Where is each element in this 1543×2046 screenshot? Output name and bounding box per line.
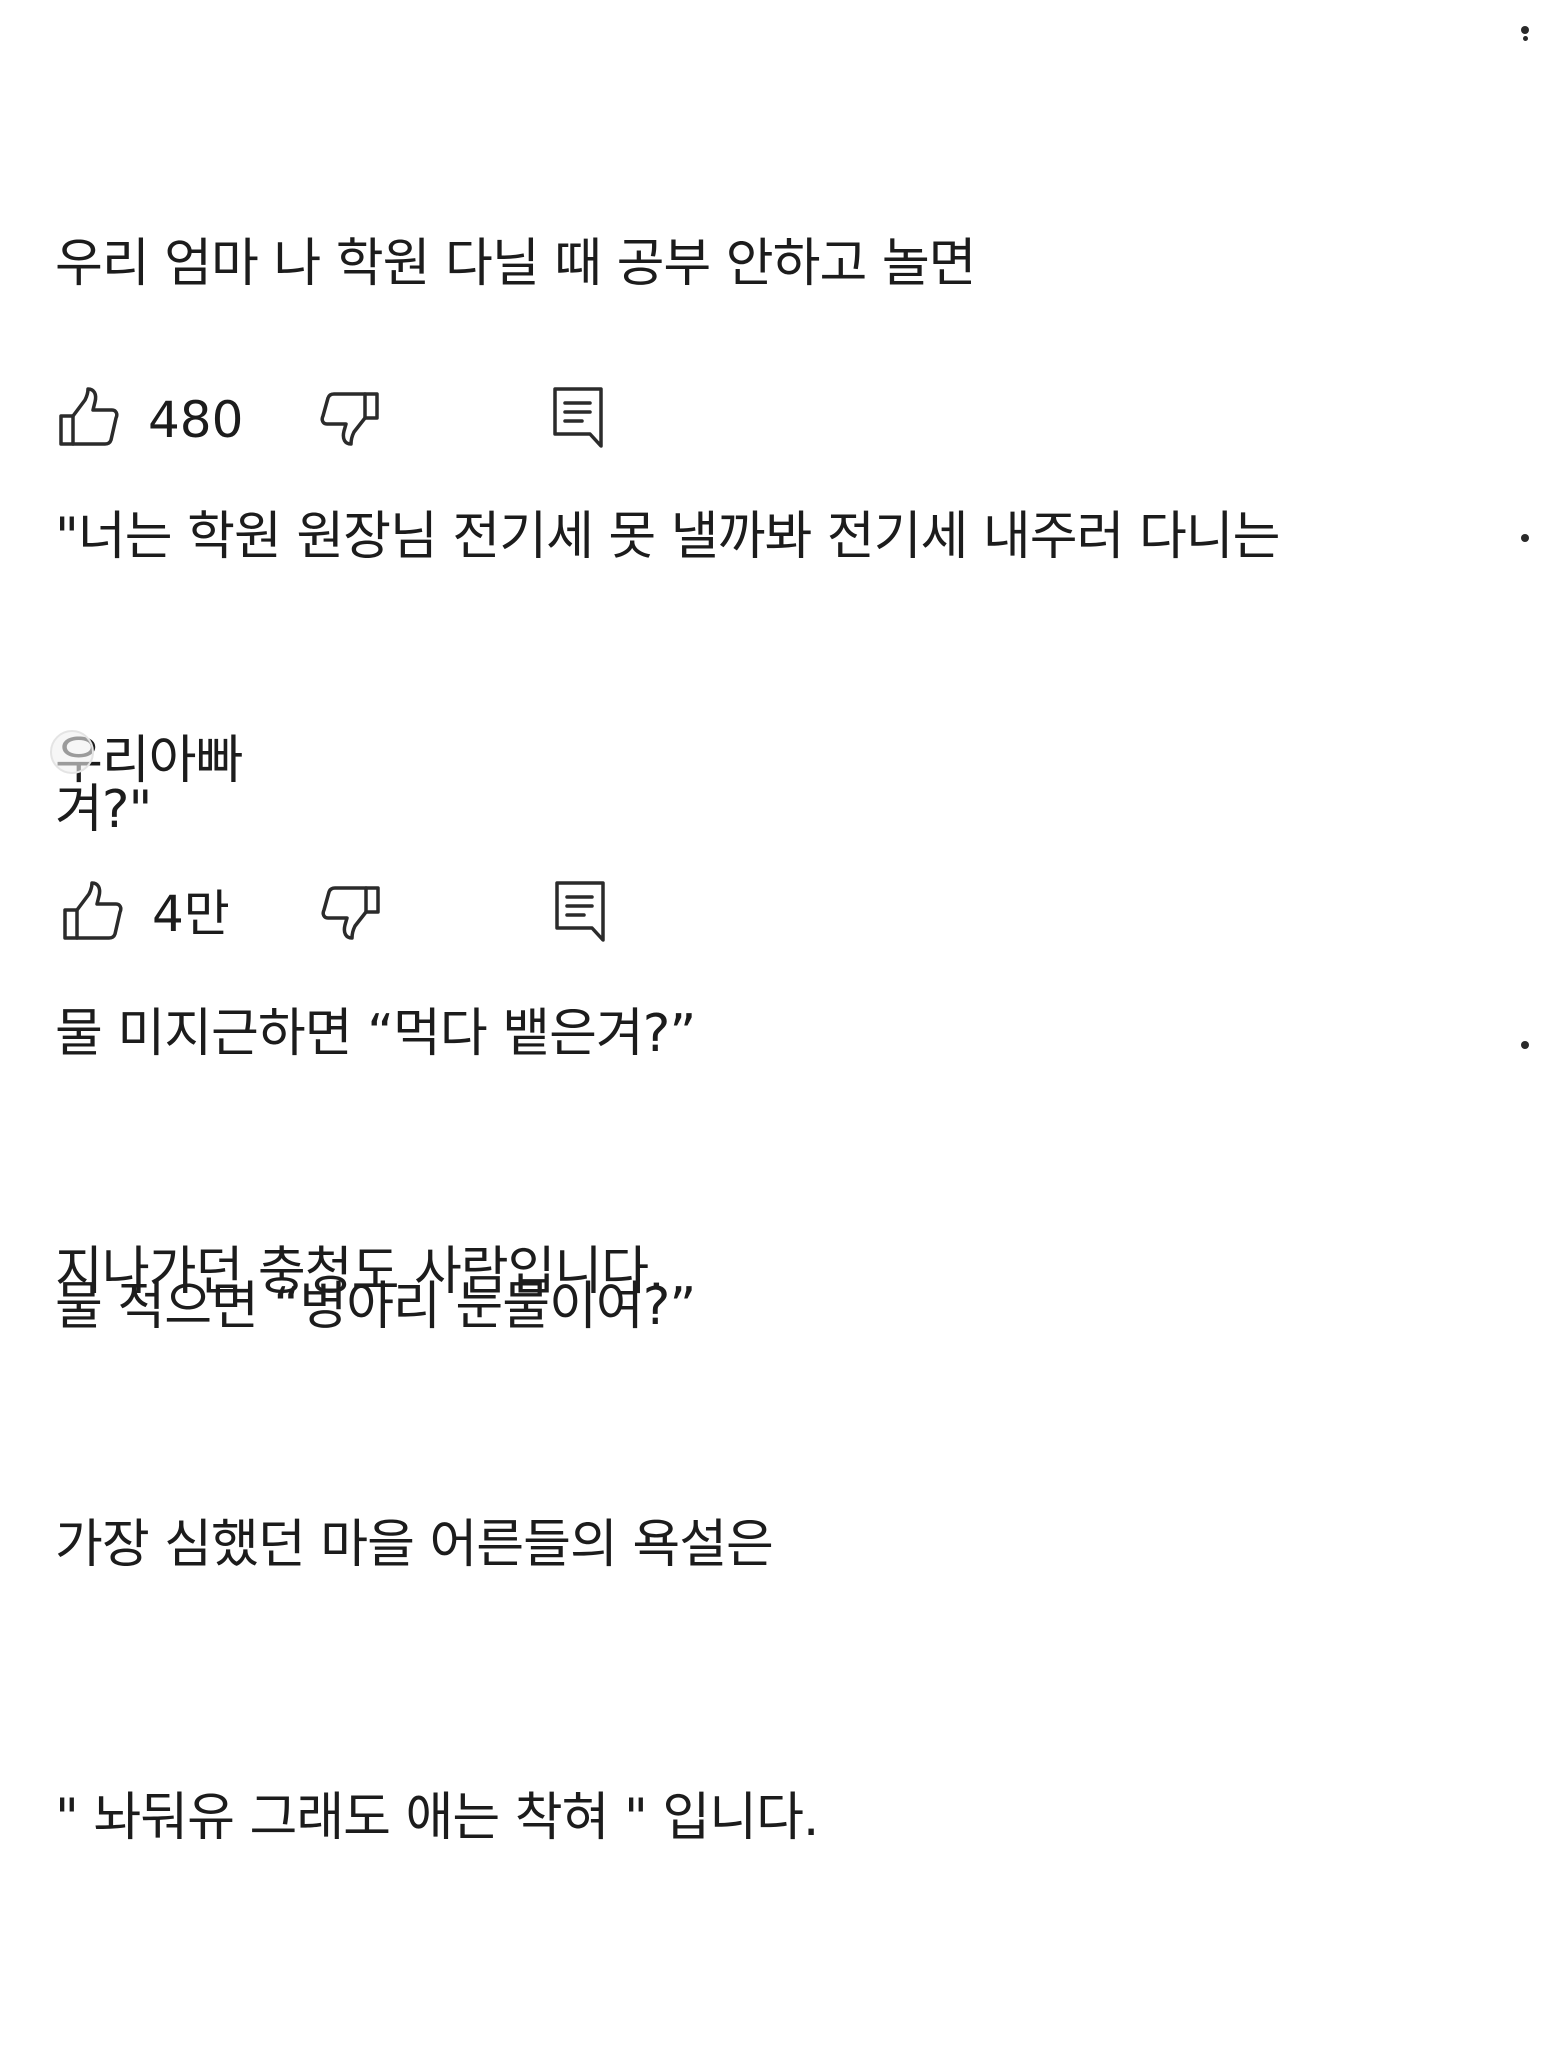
comment-line: 가장 심했던 마을 어른들의 욕설은 [55, 1515, 774, 1575]
comment-actions: 480 [58, 386, 618, 456]
like-button[interactable] [58, 386, 120, 448]
comment-actions: 4만 [58, 880, 618, 950]
comment-line: " 놔둬유 그래도 애는 착혀 " 입니다. [55, 1788, 819, 1848]
comment-line: 우리아빠 [55, 731, 243, 791]
thumbs-down-icon [320, 392, 379, 446]
thumbs-down-icon [321, 886, 380, 940]
thumbs-up-icon [63, 881, 123, 940]
more-options-icon[interactable] [1521, 534, 1529, 542]
thumbs-up-icon [59, 387, 119, 446]
more-options-icon[interactable] [1521, 26, 1529, 34]
comment-line: 지나가던 충청도 사람입니다. [55, 1242, 665, 1302]
comment-reply-icon [555, 881, 605, 942]
scroll-indicator [50, 730, 94, 774]
comment-reply-icon [553, 387, 603, 448]
comment-line: 우리 엄마 나 학원 다닐 때 공부 안하고 놀면 [55, 234, 977, 294]
comment-body: 지나가던 충청도 사람입니다. 가장 심했던 마을 어른들의 욕설은 " 놔둬유… [55, 1045, 819, 2046]
more-options-icon[interactable] [1521, 1041, 1529, 1049]
like-count: 4만 [152, 885, 230, 943]
dislike-button[interactable] [320, 386, 380, 448]
like-count: 480 [148, 391, 244, 449]
more-options-dot [1523, 36, 1528, 41]
dislike-button[interactable] [321, 880, 381, 942]
like-button[interactable] [62, 880, 124, 942]
reply-button[interactable] [552, 386, 604, 450]
reply-button[interactable] [554, 880, 606, 944]
